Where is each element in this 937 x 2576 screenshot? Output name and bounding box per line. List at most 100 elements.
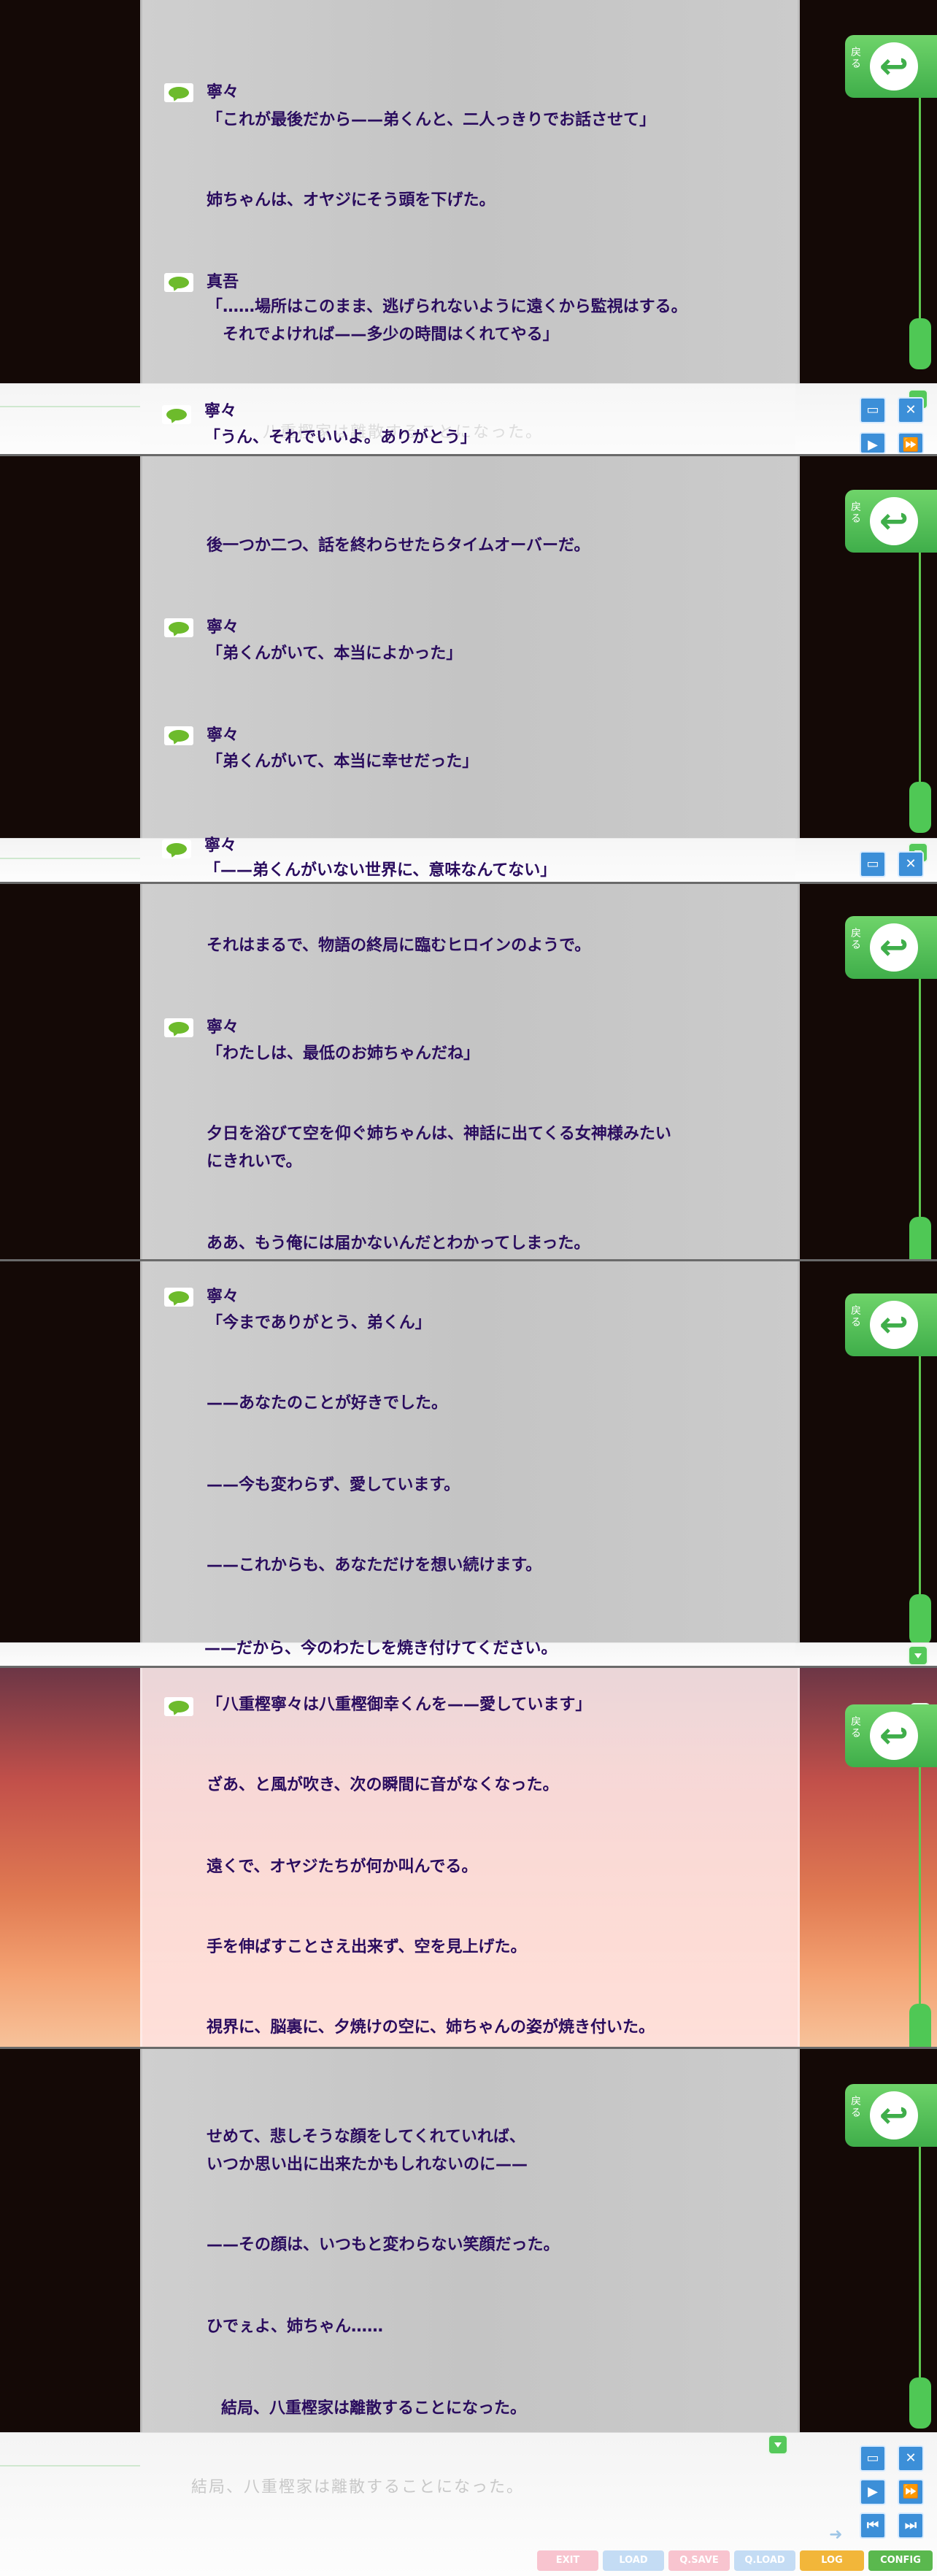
voice-replay-icon[interactable] bbox=[164, 1697, 193, 1716]
speaker-name: 寧々 bbox=[207, 83, 239, 101]
fast-forward-icon[interactable]: ⏩ bbox=[898, 432, 924, 454]
return-arrow-icon bbox=[870, 42, 918, 91]
divider-line bbox=[0, 858, 140, 859]
arrow-right-icon: ➜ bbox=[829, 2526, 843, 2544]
speaker-name: 寧々 bbox=[207, 1018, 239, 1037]
back-button[interactable]: 戻る bbox=[845, 916, 937, 979]
voice-replay-icon[interactable] bbox=[164, 1018, 193, 1037]
log-line: 後一つか二つ、話を終わらせたらタイムオーバーだ。 bbox=[207, 537, 590, 555]
backlog-window-overlay: 寧々 「——弟くんがいない世界に、意味なんてない」 bbox=[140, 837, 928, 882]
window-icon[interactable]: ▭ bbox=[860, 397, 886, 423]
speaker-name: 寧々 bbox=[204, 402, 237, 420]
previous-icon[interactable]: ⏮ bbox=[860, 2512, 886, 2539]
voice-replay-icon[interactable] bbox=[164, 273, 193, 292]
fast-forward-icon[interactable]: ⏩ bbox=[898, 2479, 924, 2505]
log-line: 「——弟くんがいない世界に、意味なんてない」 bbox=[204, 861, 557, 880]
voice-replay-icon[interactable] bbox=[162, 405, 191, 424]
log-panel-2: 後一つか二つ、話を終わらせたらタイムオーバーだ。 寧々 「弟くんがいて、本当によ… bbox=[0, 456, 937, 838]
exit-button[interactable]: EXIT bbox=[537, 2550, 598, 2571]
scrollbar-thumb[interactable] bbox=[909, 1217, 931, 1259]
scrollbar-track[interactable] bbox=[919, 2110, 921, 2402]
message-window: 結局、八重樫家は離散することになった。 bbox=[0, 2432, 937, 2576]
scrollbar-thumb[interactable] bbox=[909, 2377, 931, 2429]
log-line: ——今も変わらず、愛しています。 bbox=[207, 1476, 460, 1494]
window-icon[interactable]: ▭ bbox=[860, 2445, 886, 2472]
log-line: 視界に、脳裏に、夕焼けの空に、姉ちゃんの姿が焼き付いた。 bbox=[207, 2018, 655, 2037]
back-label: 戻る bbox=[851, 928, 861, 951]
scrollbar-track[interactable] bbox=[919, 1320, 921, 1641]
config-button[interactable]: CONFIG bbox=[868, 2550, 933, 2571]
backlog-window-overlay: ——だから、今のわたしを焼き付けてください。 bbox=[140, 1639, 928, 1666]
log-panel-3: それはまるで、物語の終局に臨むヒロインのようで。 寧々 「わたしは、最低のお姉ち… bbox=[0, 884, 937, 1259]
scrollbar-thumb[interactable] bbox=[909, 2004, 931, 2047]
log-line: ざあ、と風が吹き、次の瞬間に音がなくなった。 bbox=[207, 1776, 559, 1794]
speaker-name: 寧々 bbox=[204, 837, 237, 855]
scroll-down-button[interactable] bbox=[908, 1645, 928, 1666]
close-icon[interactable]: ✕ bbox=[898, 397, 924, 423]
backlog-window: せめて、悲しそうな顔をしてくれていれば、 いつか思い出に出来たかもしれないのに—… bbox=[140, 2049, 931, 2432]
scroll-down-button[interactable] bbox=[768, 2434, 788, 2455]
log-panel-1: 寧々 「これが最後だから——弟くんと、二人っきりでお話させて」 姉ちゃんは、オヤ… bbox=[0, 0, 937, 383]
backlog-window: 寧々 「これが最後だから——弟くんと、二人っきりでお話させて」 姉ちゃんは、オヤ… bbox=[140, 0, 931, 383]
voice-replay-icon[interactable] bbox=[164, 1288, 193, 1307]
speaker-name: 寧々 bbox=[207, 1288, 239, 1306]
back-label: 戻る bbox=[851, 1305, 861, 1329]
log-line: ひでぇよ、姉ちゃん…… bbox=[207, 2318, 384, 2336]
scrollbar-thumb[interactable] bbox=[909, 782, 931, 833]
log-panel-4: 寧々 「今までありがとう、弟くん」 ——あなたのことが好きでした。 ——今も変わ… bbox=[0, 1261, 937, 1642]
speaker-name: 寧々 bbox=[207, 618, 239, 637]
close-icon[interactable]: ✕ bbox=[898, 2445, 924, 2472]
back-button[interactable]: 戻る bbox=[845, 1293, 937, 1356]
qsave-button[interactable]: Q.SAVE bbox=[668, 2550, 730, 2571]
back-button[interactable]: 戻る bbox=[845, 35, 937, 98]
window-icon[interactable]: ▭ bbox=[860, 851, 886, 877]
scrollbar-track[interactable] bbox=[919, 61, 921, 353]
log-line: 「弟くんがいて、本当によかった」 bbox=[207, 645, 463, 663]
play-icon[interactable]: ▶ bbox=[860, 2479, 886, 2505]
back-label: 戻る bbox=[851, 1716, 861, 1739]
play-icon[interactable]: ▶ bbox=[860, 432, 886, 454]
log-line: ——あなたのことが好きでした。 bbox=[207, 1394, 448, 1412]
log-line: ——その顔は、いつもと変わらない笑顔だった。 bbox=[207, 2236, 560, 2254]
log-line: 「これが最後だから——弟くんと、二人っきりでお話させて」 bbox=[207, 111, 656, 129]
log-line: それはまるで、物語の終局に臨むヒロインのようで。 bbox=[207, 937, 591, 955]
load-button[interactable]: LOAD bbox=[603, 2550, 664, 2571]
back-button[interactable]: 戻る bbox=[845, 2084, 937, 2147]
divider-line bbox=[0, 406, 140, 407]
log-line: いつか思い出に出来たかもしれないのに—— bbox=[207, 2156, 528, 2174]
log-panel-6: せめて、悲しそうな顔をしてくれていれば、 いつか思い出に出来たかもしれないのに—… bbox=[0, 2049, 937, 2432]
log-line: 「今までありがとう、弟くん」 bbox=[207, 1314, 431, 1332]
log-line: 「……場所はこのまま、逃げられないように遠くから監視はする。 bbox=[207, 298, 687, 316]
return-arrow-icon bbox=[870, 497, 918, 545]
voice-replay-icon[interactable] bbox=[164, 726, 193, 745]
back-button[interactable]: 戻る bbox=[845, 490, 937, 553]
scrollbar-track[interactable] bbox=[919, 516, 921, 808]
backlog-window: 「八重樫寧々は八重樫御幸くんを——愛しています」 ざあ、と風が吹き、次の瞬間に音… bbox=[140, 1668, 931, 2047]
back-button[interactable]: 戻る bbox=[845, 1704, 937, 1767]
scrollbar-thumb[interactable] bbox=[909, 1594, 931, 1642]
back-label: 戻る bbox=[851, 2096, 861, 2119]
return-arrow-icon bbox=[870, 1712, 918, 1760]
log-panel-5: 「八重樫寧々は八重樫御幸くんを——愛しています」 ざあ、と風が吹き、次の瞬間に音… bbox=[0, 1668, 937, 2047]
return-arrow-icon bbox=[870, 2091, 918, 2139]
close-icon[interactable]: ✕ bbox=[898, 851, 924, 877]
log-line: にきれいで。 bbox=[207, 1153, 302, 1171]
voice-replay-icon[interactable] bbox=[164, 83, 193, 102]
return-arrow-icon bbox=[870, 1301, 918, 1349]
scrollbar-track[interactable] bbox=[919, 942, 921, 1259]
log-line: 遠くで、オヤジたちが何か叫んでる。 bbox=[207, 1858, 478, 1876]
scrollbar-thumb[interactable] bbox=[909, 318, 931, 369]
next-icon[interactable]: ⏭ bbox=[898, 2512, 924, 2539]
voice-replay-icon[interactable] bbox=[162, 839, 191, 858]
voice-replay-icon[interactable] bbox=[164, 618, 193, 637]
log-button[interactable]: LOG bbox=[800, 2550, 864, 2571]
log-line: 「うん、それでいいよ。ありがとう」 bbox=[204, 428, 477, 447]
log-line: 夕日を浴びて空を仰ぐ姉ちゃんは、神話に出てくる女神様みたい bbox=[207, 1125, 671, 1143]
qload-button[interactable]: Q.LOAD bbox=[734, 2550, 795, 2571]
log-line: 手を伸ばすことさえ出来ず、空を見上げた。 bbox=[207, 1938, 527, 1956]
message-text: 結局、八重樫家は離散することになった。 bbox=[191, 2478, 525, 2496]
scrollbar-track[interactable] bbox=[919, 1728, 921, 2047]
log-line: 「八重樫寧々は八重樫御幸くんを——愛しています」 bbox=[207, 1696, 592, 1714]
speaker-name: 真吾 bbox=[207, 273, 239, 291]
log-line: ——これからも、あなただけを想い続けます。 bbox=[207, 1556, 542, 1575]
